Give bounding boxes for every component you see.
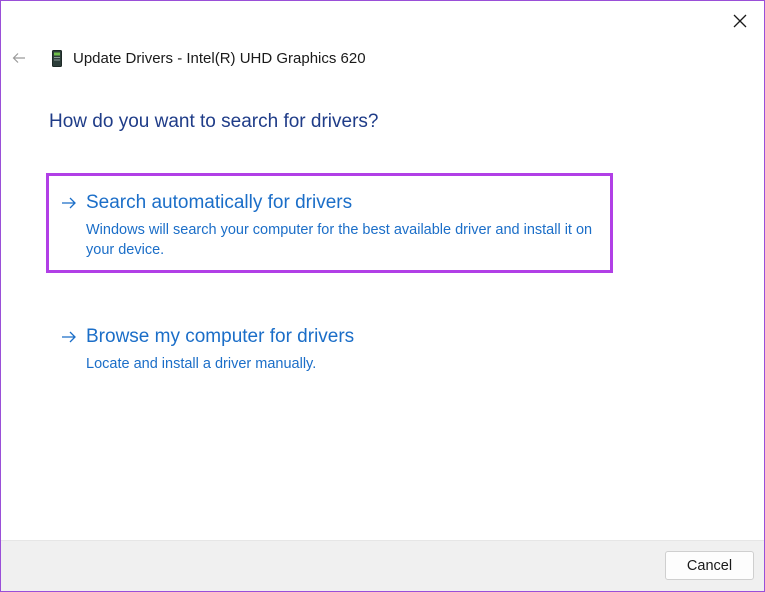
update-drivers-dialog: Update Drivers - Intel(R) UHD Graphics 6…	[0, 0, 765, 592]
option-description: Windows will search your computer for th…	[86, 222, 593, 258]
close-button[interactable]	[722, 7, 758, 35]
page-heading: How do you want to search for drivers?	[49, 111, 379, 132]
cancel-button[interactable]: Cancel	[665, 551, 754, 580]
dialog-footer: Cancel	[1, 540, 764, 591]
arrow-right-icon	[62, 197, 76, 209]
option-description: Locate and install a driver manually.	[86, 356, 317, 372]
browse-computer-option[interactable]: Browse my computer for drivers Locate an…	[46, 308, 613, 388]
option-title: Search automatically for drivers	[86, 192, 353, 213]
close-icon	[733, 14, 747, 28]
option-title: Browse my computer for drivers	[86, 326, 355, 347]
arrow-left-icon	[12, 53, 25, 63]
search-automatically-option[interactable]: Search automatically for drivers Windows…	[46, 173, 613, 273]
back-button[interactable]	[9, 47, 29, 69]
display-adapter-icon	[52, 50, 62, 67]
arrow-right-icon	[62, 331, 76, 343]
window-title: Update Drivers - Intel(R) UHD Graphics 6…	[73, 50, 366, 67]
